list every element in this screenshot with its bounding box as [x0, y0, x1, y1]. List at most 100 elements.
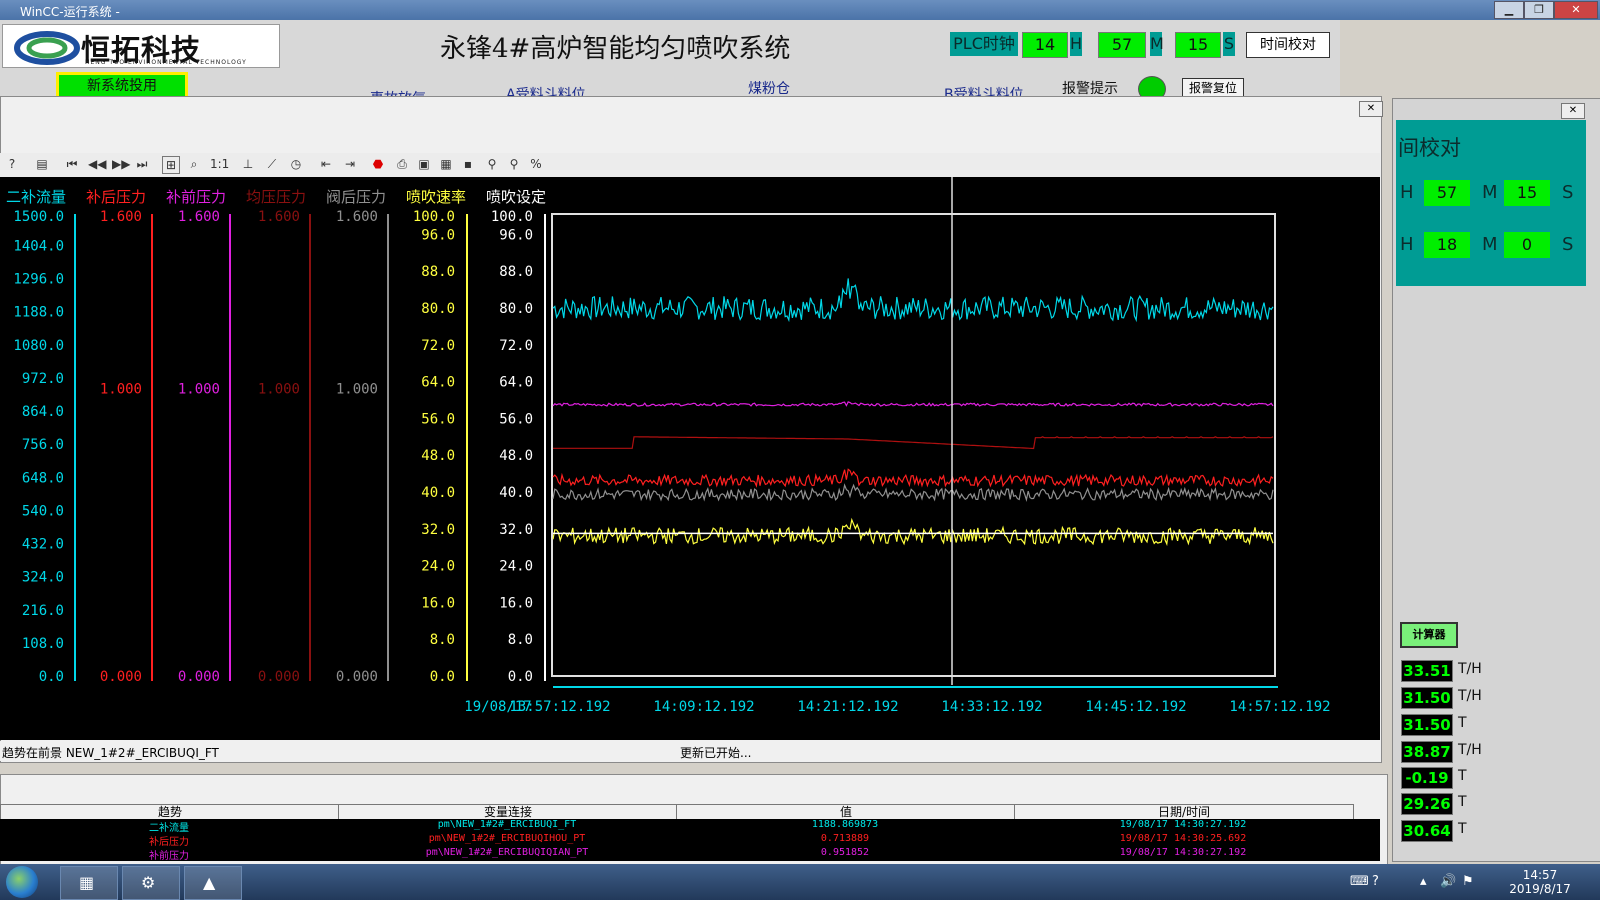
- flow-tick-label: 1296.0: [13, 272, 64, 288]
- rate-tick-label: 64.0: [499, 375, 533, 391]
- cell-trend: 补后压力: [149, 837, 189, 848]
- clock-icon[interactable]: ◷: [288, 156, 304, 172]
- help-tray-icon[interactable]: ?: [1372, 874, 1379, 889]
- last-icon[interactable]: ⏭: [134, 156, 150, 172]
- taskbar-app-runtime[interactable]: ▲: [184, 866, 242, 900]
- back-icon[interactable]: ◀◀: [88, 156, 106, 172]
- wincc-icon: ⚙: [141, 873, 156, 892]
- calc-unit: T/H: [1458, 742, 1482, 758]
- col-time[interactable]: 日期/时间: [1014, 804, 1354, 820]
- rate-tick-label: 72.0: [499, 338, 533, 354]
- maximize-button[interactable]: ❐: [1524, 1, 1554, 19]
- calib-title: 间校对: [1398, 136, 1461, 160]
- volume-icon[interactable]: 🔊: [1440, 874, 1456, 889]
- col-trend[interactable]: 趋势: [0, 804, 340, 820]
- series-line[interactable]: [552, 401, 1274, 407]
- time-tick-label: 14:33:12.192: [941, 699, 1042, 715]
- clock-time: 14:57: [1522, 868, 1558, 882]
- plc-minute-value: 57: [1098, 32, 1146, 58]
- second-value-2[interactable]: 0: [1504, 232, 1550, 258]
- start-button[interactable]: [6, 866, 38, 898]
- status-right: 更新已开始...: [680, 746, 752, 760]
- magnify-icon[interactable]: ⌕: [186, 156, 202, 172]
- flag-icon[interactable]: ⚑: [1462, 874, 1474, 889]
- select-icon[interactable]: ⚲: [484, 156, 500, 172]
- original-view-icon[interactable]: 1:1: [210, 156, 229, 172]
- flow-tick-label: 540.0: [22, 503, 64, 519]
- pressure-tick-label: 0.000: [178, 669, 220, 685]
- series-line[interactable]: [552, 517, 1274, 547]
- col-tag[interactable]: 变量连接: [338, 804, 678, 820]
- time-tick-label: 14:21:12.192: [797, 699, 898, 715]
- calc-value: 29.26: [1401, 793, 1453, 815]
- save-icon[interactable]: ▪: [460, 156, 476, 172]
- trend-chart[interactable]: 1500.0 1404.0 1296.0 1188.0 1080.0 972.0 864.0…: [0, 177, 1380, 740]
- right-close-button[interactable]: ✕: [1561, 103, 1585, 119]
- rate-tick-label: 48.0: [421, 448, 455, 464]
- table-row[interactable]: 补前压力 pm\NEW_1#2#_ERCIBUQIQIAN_PT 0.951852 1…: [0, 847, 1380, 862]
- table-row[interactable]: 二补流量 pm\NEW_1#2#_ERCIBUQI_FT 1188.869873 19…: [0, 819, 1380, 834]
- print-icon[interactable]: ⎙: [394, 156, 410, 172]
- pressure-tick-label: 1.000: [178, 382, 220, 398]
- second-value-1[interactable]: 15: [1504, 180, 1550, 206]
- keyboard-icon[interactable]: ⌨: [1350, 874, 1369, 889]
- minimize-button[interactable]: ▁: [1494, 1, 1524, 19]
- rate-tick-label: 80.0: [421, 301, 455, 317]
- show-hidden-icon[interactable]: ▴: [1420, 874, 1427, 889]
- timerange-icon[interactable]: ⚲: [506, 156, 522, 172]
- forward-icon[interactable]: ▶▶: [112, 156, 130, 172]
- time-calibrate-button[interactable]: 时间校对: [1246, 32, 1330, 58]
- alarm-reset-button[interactable]: 报警复位: [1182, 78, 1244, 98]
- export-icon[interactable]: ▣: [416, 156, 432, 172]
- nav-coal-bin[interactable]: 煤粉仓: [748, 78, 790, 98]
- table-row[interactable]: 补后压力 pm\NEW_1#2#_ERCIBUQIHOU_PT 0.713889 19…: [0, 833, 1380, 848]
- series-line[interactable]: [552, 468, 1274, 488]
- help-icon[interactable]: ?: [4, 156, 20, 172]
- flow-tick-label: 864.0: [22, 404, 64, 420]
- taskbar-clock[interactable]: 14:57 2019/8/17: [1500, 868, 1580, 896]
- zoom-area-icon[interactable]: ⊞: [162, 156, 180, 174]
- minute-value-1[interactable]: 57: [1424, 180, 1470, 206]
- close-button[interactable]: ✕: [1554, 1, 1598, 19]
- first-icon[interactable]: ⏮: [64, 156, 80, 172]
- rate-tick-label: 16.0: [421, 595, 455, 611]
- stats-icon[interactable]: ⟋: [264, 156, 280, 172]
- cell-trend: 补前压力: [149, 851, 189, 862]
- flow-tick-label: 1080.0: [13, 338, 64, 354]
- pressure-tick-label: 1.600: [178, 209, 220, 225]
- pressure-tick-label: 0.000: [100, 669, 142, 685]
- rate-tick-label: 100.0: [413, 209, 455, 225]
- trend-close-button[interactable]: ✕: [1359, 101, 1383, 117]
- calc-unit: T: [1458, 768, 1467, 784]
- time-tick-label: 14:45:12.192: [1085, 699, 1186, 715]
- next-trend-icon[interactable]: ⇥: [342, 156, 358, 172]
- calc-unit: T/H: [1458, 661, 1482, 677]
- calculator-button[interactable]: 计算器: [1400, 622, 1458, 648]
- prev-trend-icon[interactable]: ⇤: [318, 156, 334, 172]
- ruler-icon[interactable]: ⊥: [240, 156, 256, 172]
- taskbar-app-wincc[interactable]: ⚙: [122, 866, 180, 900]
- page-title: 永锋4#高炉智能均匀喷吹系统: [440, 34, 791, 64]
- stop-icon[interactable]: ⬣: [370, 156, 386, 172]
- percent-icon[interactable]: %: [528, 156, 544, 172]
- report-icon[interactable]: ▦: [438, 156, 454, 172]
- cell-tag: pm\NEW_1#2#_ERCIBUQIHOU_PT: [428, 833, 586, 844]
- taskbar-app-calculator[interactable]: ▦: [60, 866, 118, 900]
- pressure-tick-label: 1.600: [336, 209, 378, 225]
- minute-value-2[interactable]: 18: [1424, 232, 1470, 258]
- calc-value: 33.51: [1401, 660, 1453, 682]
- series-line[interactable]: [553, 436, 1274, 450]
- logo-subtitle: HENG TUO ENVIRONMENTAL TECHNOLOGY: [85, 59, 247, 66]
- cell-value: 0.713889: [820, 833, 870, 844]
- window-title: WinCC-运行系统 -: [20, 5, 120, 19]
- time-tick-label: 14:57:12.192: [1229, 699, 1330, 715]
- col-value[interactable]: 值: [676, 804, 1016, 820]
- rate-tick-label: 0.0: [430, 669, 455, 685]
- series-line[interactable]: [552, 483, 1274, 503]
- config-icon[interactable]: ▤: [34, 156, 50, 172]
- time-tick-label: 14:09:12.192: [653, 699, 754, 715]
- clock-calibration-panel: 间校对 H 57 M 15 S H 18 M 0 S: [1396, 120, 1586, 286]
- series-line[interactable]: [552, 278, 1274, 323]
- flow-tick-label: 756.0: [22, 437, 64, 453]
- rate-tick-label: 24.0: [499, 559, 533, 575]
